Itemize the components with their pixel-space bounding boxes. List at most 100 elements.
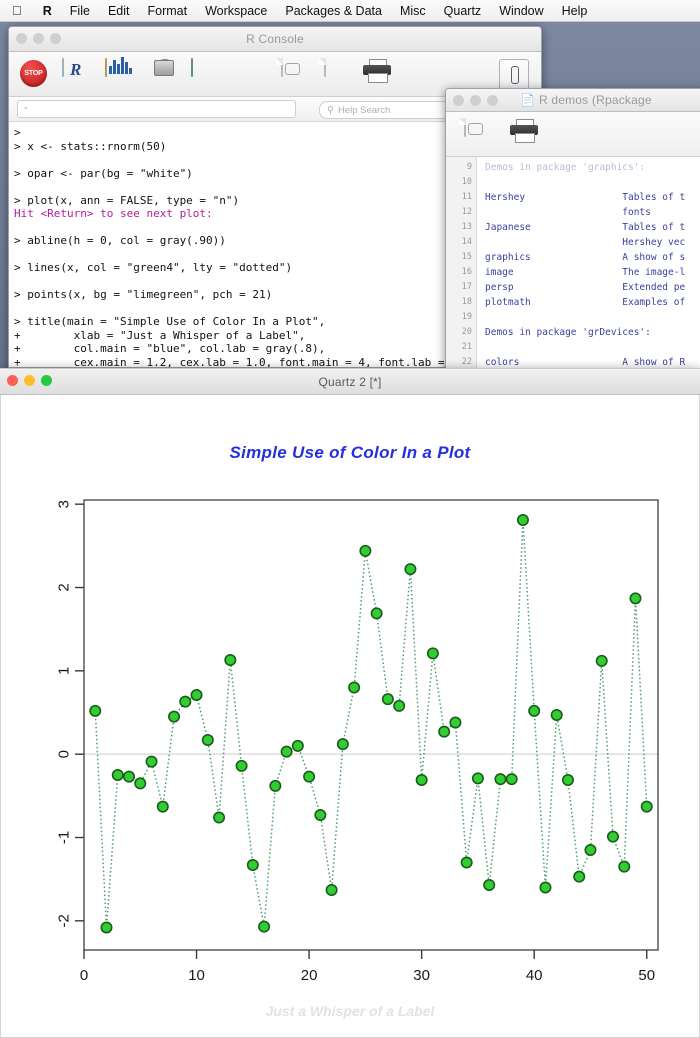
window-controls [16, 33, 61, 44]
x-tick-label: 30 [413, 967, 430, 984]
line-number: 20 [461, 327, 472, 337]
r-demos-text[interactable]: Demos in package 'graphics': Hershey Tab… [477, 157, 700, 374]
line-number: 19 [461, 312, 472, 322]
demo-line [485, 310, 700, 325]
data-point [595, 654, 608, 667]
demo-line: Demos in package 'grDevices': [485, 327, 651, 338]
plot-canvas: Simple Use of Color In a Plot -2 -1 0 1 2 3 0 1… [0, 395, 700, 1038]
x-tick-label: 10 [188, 967, 205, 984]
new-doc-icon[interactable] [320, 58, 350, 89]
menu-item-help[interactable]: Help [553, 4, 597, 18]
r-console-title: R Console [246, 32, 304, 46]
close-button[interactable] [16, 33, 27, 44]
r-console-titlebar[interactable]: R Console [9, 27, 541, 52]
r-demos-titlebar[interactable]: 📄 R demos (Rpackage [446, 89, 700, 112]
data-point [449, 716, 462, 729]
apple-icon[interactable]:  [0, 4, 34, 17]
data-point [483, 878, 496, 891]
data-point [246, 858, 259, 871]
zoom-button[interactable] [487, 95, 498, 106]
data-point [359, 544, 372, 557]
data-point [618, 860, 631, 873]
spreadsheet-icon[interactable] [191, 58, 221, 89]
histogram-icon[interactable] [105, 57, 135, 89]
data-point [348, 681, 361, 694]
minimize-button[interactable] [24, 375, 35, 386]
data-point [494, 773, 507, 786]
menu-item-packages-and-data[interactable]: Packages & Data [276, 4, 391, 18]
data-point [156, 800, 169, 813]
menu-item-workspace[interactable]: Workspace [196, 4, 276, 18]
line-number: 12 [461, 207, 472, 217]
data-point [471, 772, 484, 785]
data-point [640, 800, 653, 813]
y-tick-label: 2 [56, 583, 73, 591]
x-tick-label: 40 [526, 967, 543, 984]
data-point [561, 773, 574, 786]
minimize-button[interactable] [470, 95, 481, 106]
data-point [100, 921, 113, 934]
line-number: 15 [461, 252, 472, 262]
minimize-button[interactable] [33, 33, 44, 44]
menu-item-edit[interactable]: Edit [99, 4, 139, 18]
line-number: 18 [461, 297, 472, 307]
print-icon[interactable] [363, 59, 393, 89]
r-demos-body: 91011121314151617181920212223 Demos in p… [446, 157, 700, 374]
data-point [539, 881, 552, 894]
menu-item-quartz[interactable]: Quartz [435, 4, 491, 18]
r-demos-window-controls [453, 95, 498, 106]
quartz-window-controls [7, 375, 52, 386]
data-point [224, 653, 237, 666]
history-combo[interactable]: - [17, 100, 296, 118]
plot-xlabel: Just a Whisper of a Label [265, 1003, 435, 1019]
demo-line: Hershey vec [485, 237, 686, 248]
r-demos-toolbar [446, 112, 700, 157]
close-button[interactable] [453, 95, 464, 106]
menu-bar:  R File Edit Format Workspace Packages … [0, 0, 700, 22]
data-point [269, 779, 282, 792]
line-number: 9 [466, 162, 472, 172]
menu-item-r[interactable]: R [34, 4, 61, 18]
demo-line: graphics A show of s [485, 252, 686, 263]
help-search-field[interactable]: ⚲ Help Search [319, 101, 463, 119]
data-point [629, 592, 642, 605]
demo-line: fonts [485, 207, 651, 218]
document-icon: 📄 [520, 93, 536, 107]
data-point [516, 514, 529, 527]
scribble-doc-icon[interactable] [277, 58, 307, 89]
menu-item-file[interactable]: File [61, 4, 99, 18]
data-point [584, 843, 597, 856]
print-icon[interactable] [510, 119, 540, 149]
x-tick-label: 20 [301, 967, 318, 984]
r-source-icon[interactable] [62, 58, 92, 89]
data-point [550, 708, 563, 721]
menu-item-format[interactable]: Format [138, 4, 196, 18]
y-tick-label: 3 [56, 500, 73, 508]
quartz-window: Quartz 2 [*] Simple Use of Color In a Pl… [0, 368, 700, 1038]
stop-icon[interactable]: STOP [19, 59, 49, 89]
search-icon: ⚲ [327, 104, 334, 116]
zoom-button[interactable] [50, 33, 61, 44]
data-point [168, 710, 181, 723]
close-button[interactable] [7, 375, 18, 386]
right-panel-icon[interactable] [499, 59, 529, 91]
data-point [370, 607, 383, 620]
zoom-button[interactable] [41, 375, 52, 386]
y-tick-label: 1 [56, 667, 73, 675]
demo-line: Japanese Tables of t [485, 222, 686, 233]
color-wheel-icon[interactable] [234, 59, 264, 89]
r-demos-title-text: R demos (Rpackage [538, 93, 652, 107]
data-point [123, 770, 136, 783]
menu-item-misc[interactable]: Misc [391, 4, 435, 18]
lock-icon[interactable] [148, 59, 178, 89]
data-point [573, 870, 586, 883]
data-point [426, 647, 439, 660]
menu-item-window[interactable]: Window [490, 4, 552, 18]
quartz-title: Quartz 2 [*] [318, 374, 382, 389]
source-doc-icon[interactable] [460, 118, 490, 149]
line-number: 11 [461, 192, 472, 202]
demo-line [485, 175, 700, 190]
quartz-titlebar[interactable]: Quartz 2 [*] [0, 368, 700, 395]
data-point [336, 738, 349, 751]
data-point [314, 808, 327, 821]
